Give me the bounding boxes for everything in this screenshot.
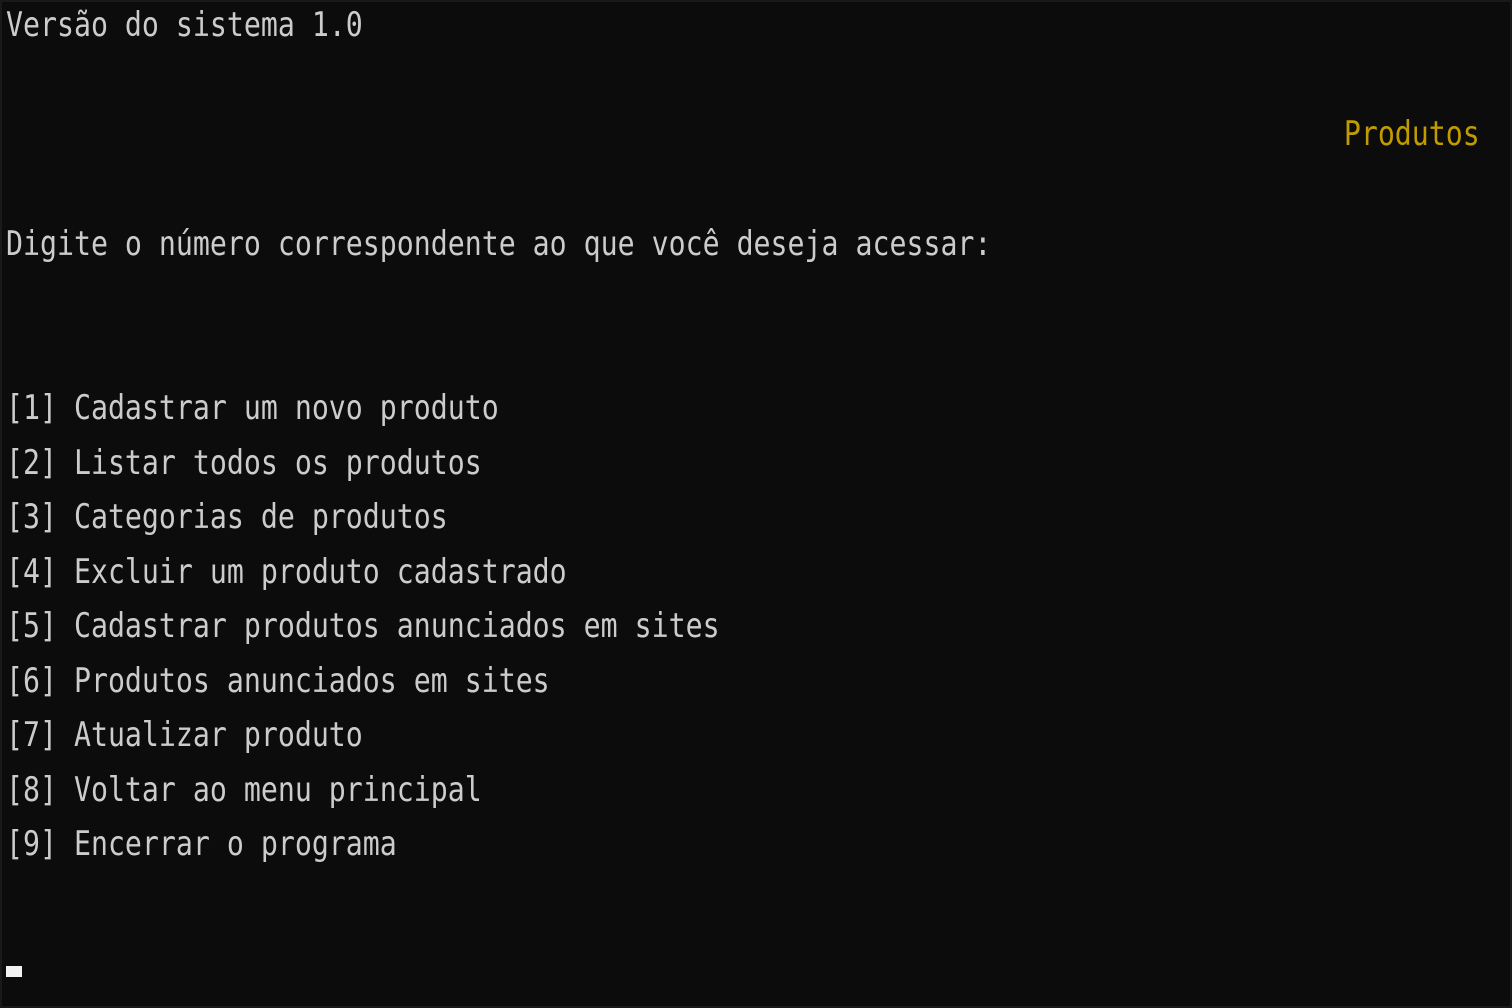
menu-option-8: [8] Voltar ao menu principal <box>6 769 482 810</box>
menu-option-1: [1] Cadastrar um novo produto <box>6 388 499 428</box>
menu-options: [1] Cadastrar um novo produto [2] Listar… <box>6 381 866 872</box>
menu-option-2: [2] Listar todos os produtos <box>6 442 482 483</box>
menu-option-9: [9] Encerrar o programa <box>6 824 397 864</box>
menu-option-7: [7] Atualizar produto <box>6 715 363 755</box>
input-prompt: Digite o número correspondente ao que vo… <box>6 224 992 264</box>
version-text: Versão do sistema 1.0 <box>6 5 363 45</box>
console-window[interactable]: Versão do sistema 1.0 Produtos Digite o … <box>0 0 1512 1008</box>
menu-option-4: [4] Excluir um produto cadastrado <box>6 551 567 592</box>
text-cursor[interactable] <box>6 966 22 977</box>
section-title: Produtos <box>1344 114 1480 154</box>
menu-option-6: [6] Produtos anunciados em sites <box>6 660 550 701</box>
menu-option-5: [5] Cadastrar produtos anunciados em sit… <box>6 606 720 646</box>
menu-option-3: [3] Categorias de produtos <box>6 497 448 537</box>
